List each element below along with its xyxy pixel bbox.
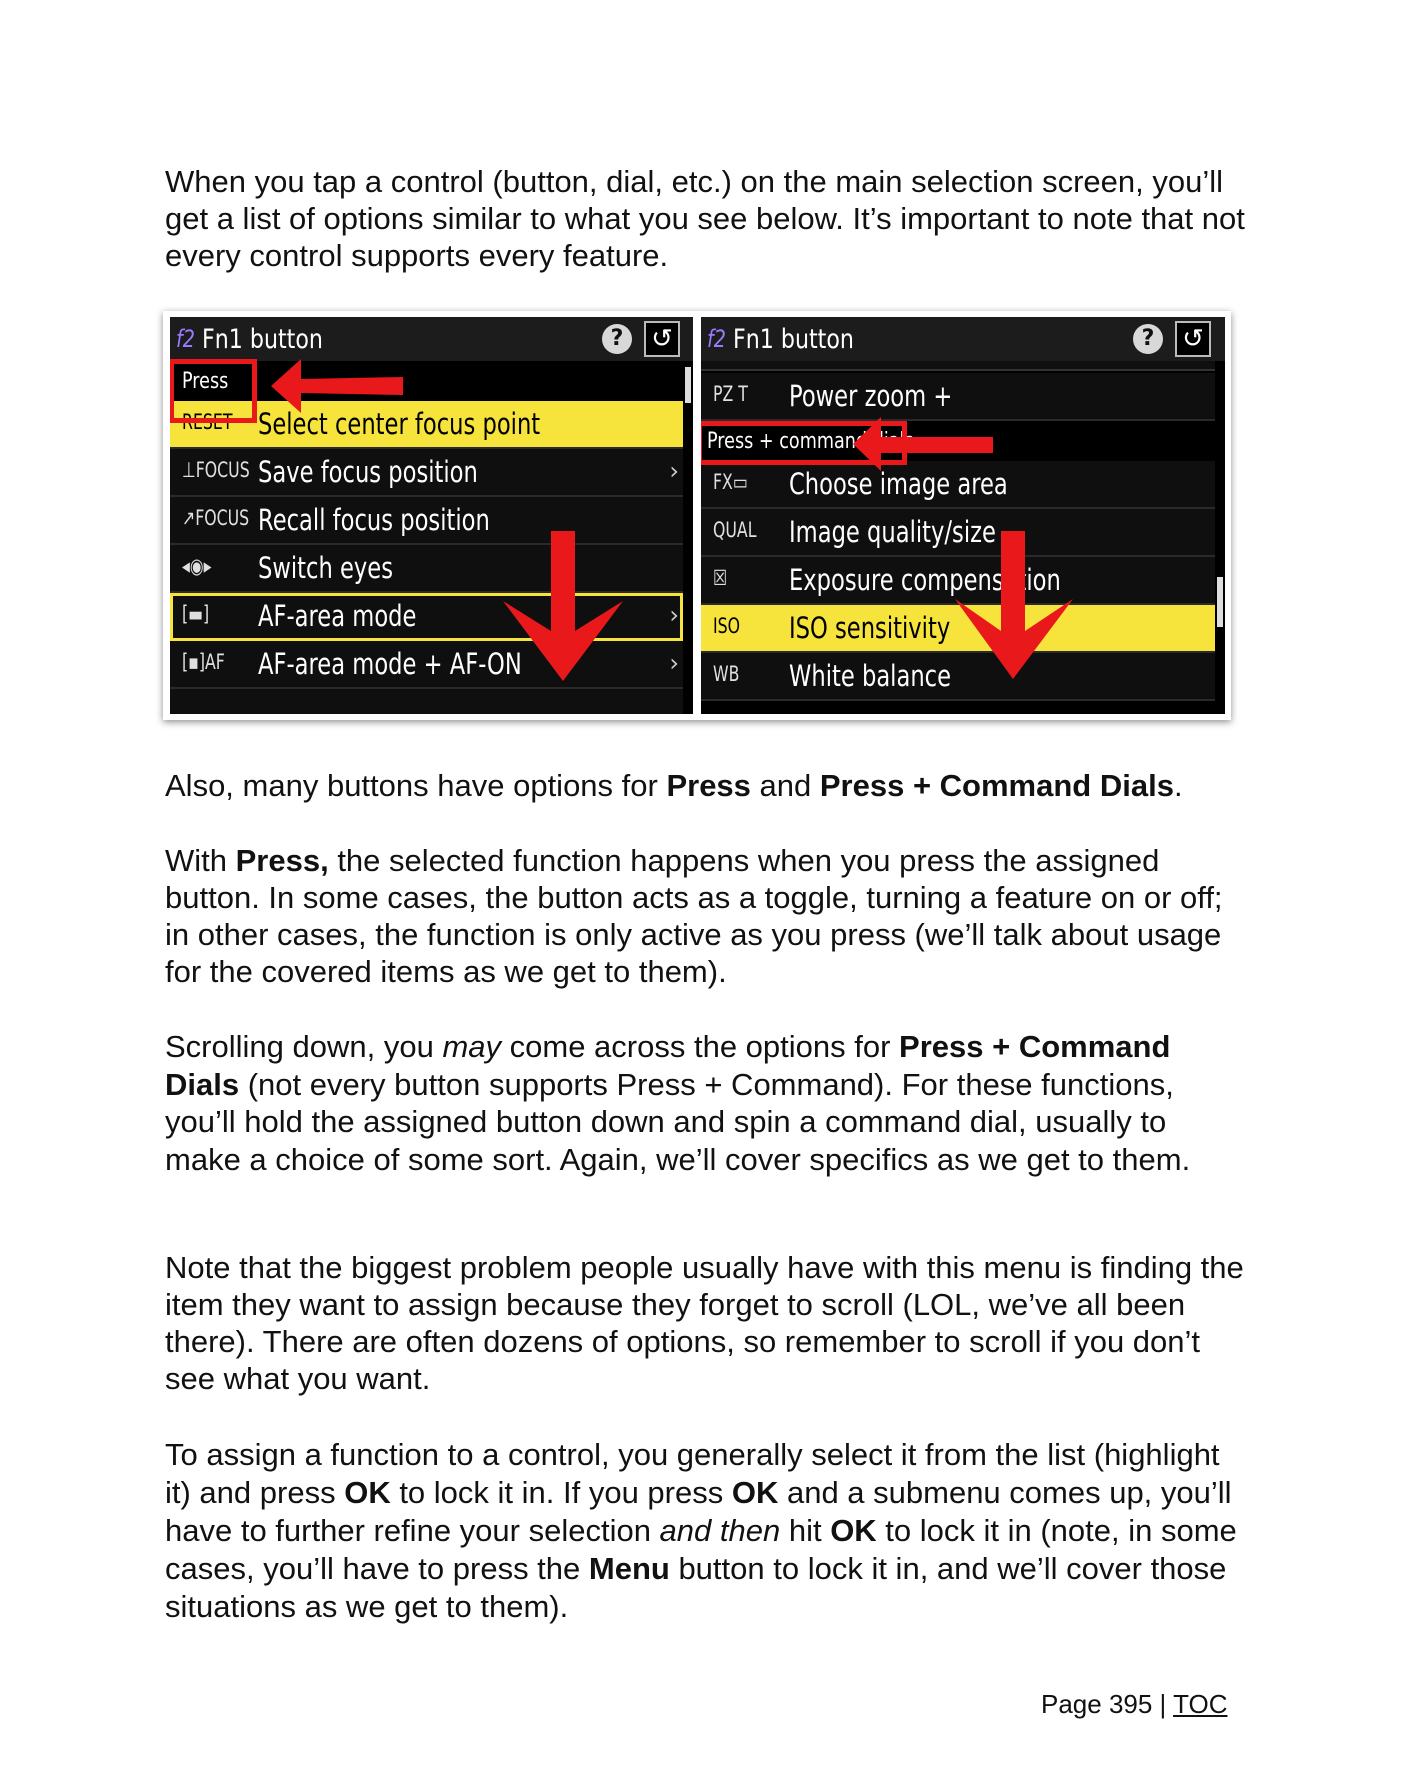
back-icon[interactable]: ↺ [1175,321,1211,357]
menu-item-label: Choose image area [789,467,1008,501]
press-callout-box [170,359,257,423]
bold-text: OK [344,1475,391,1510]
right-menu-screen: f2 Fn1 button ? ↺ PZ T Power zoom + Pres… [701,317,1225,714]
recall-focus-icon: ↗FOCUS [182,506,250,530]
scrollbar[interactable] [1217,577,1223,627]
quality-icon: QUAL [713,518,757,542]
menu-item-label: White balance [789,659,952,693]
bold-text: Press, [235,843,329,878]
text: come across the options for [501,1029,900,1064]
menu-item-label: Exposure compensation [789,563,1061,597]
image-area-icon: FX▭ [713,470,748,494]
italic-text: may [442,1029,502,1064]
text: . [1173,768,1183,803]
menu-item-label: Power zoom + [789,379,953,413]
paragraph-assign-function: To assign a function to a control, you g… [165,1436,1245,1626]
chevron-right-icon: › [669,457,679,485]
iso-icon: ISO [713,614,741,638]
menu-item-image-quality-size[interactable]: QUAL Image quality/size [701,509,1215,557]
text: Also, many buttons have options for [165,768,667,803]
menu-item-label: Save focus position [258,455,478,489]
left-menu-screen: f2 Fn1 button ? ↺ Press RESET Select cen… [170,317,693,714]
menu-item-label: AF-area mode + AF-ON [258,647,522,681]
chevron-right-icon: › [669,601,679,629]
menu-item-white-balance[interactable]: WB White balance [701,653,1215,701]
bold-text: OK [830,1513,877,1548]
bold-text: Menu [588,1551,670,1586]
back-icon[interactable]: ↺ [644,321,680,357]
menu-item-label: Switch eyes [258,551,393,585]
scrollbar[interactable] [685,367,691,403]
intro-paragraph: When you tap a control (button, dial, et… [165,164,1245,273]
bold-text: OK [731,1475,779,1510]
custom-setting-f2-label: f2 [176,325,195,353]
left-menu-title: Fn1 button [202,324,323,355]
text: and [750,768,820,803]
menu-item-af-area-mode[interactable]: [▬] AF-area mode › [170,593,683,641]
menu-item-switch-eyes[interactable]: ◂◉▸ Switch eyes [170,545,683,593]
paragraph-scrolling-note: Note that the biggest problem people usu… [165,1250,1244,1396]
switch-eyes-icon: ◂◉▸ [182,554,212,578]
text: hit [780,1513,831,1548]
text: (not every button supports Press + Comma… [165,1066,1191,1177]
toc-link[interactable]: TOC [1173,1689,1227,1719]
help-icon[interactable]: ? [1133,324,1163,354]
chevron-right-icon: › [669,649,679,677]
menu-item-label: Image quality/size [789,515,996,549]
text: to lock it in. If you press [390,1475,732,1510]
menu-item-iso-sensitivity[interactable]: ISO ISO sensitivity [701,605,1215,653]
menu-item-partial [701,361,1215,371]
right-menu-title: Fn1 button [733,324,854,355]
menu-item-exposure-compensation[interactable]: ☒ Exposure compensation [701,557,1215,605]
italic-text: and then [659,1513,781,1548]
menu-item-af-area-mode-af-on[interactable]: [▪]AF AF-area mode + AF-ON › [170,641,683,689]
camera-menu-screenshot: f2 Fn1 button ? ↺ Press RESET Select cen… [163,311,1231,720]
menu-item-label: Recall focus position [258,503,490,537]
menu-item-recall-focus-position[interactable]: ↗FOCUS Recall focus position [170,497,683,545]
right-title-bar: f2 Fn1 button ? ↺ [701,317,1225,361]
text: Scrolling down, you [165,1029,443,1064]
paragraph-press: With Press, the selected function happen… [165,842,1245,990]
power-zoom-icon: PZ T [713,382,748,406]
save-focus-icon: ⊥FOCUS [182,458,250,482]
menu-item-label: AF-area mode [258,599,417,633]
bold-text: Press + Command Dials [819,768,1174,803]
paragraph-press-options: Also, many buttons have options for Pres… [165,767,1245,804]
help-icon[interactable]: ? [602,324,632,354]
af-area-icon: [▬] [182,602,210,626]
menu-item-save-focus-position[interactable]: ⊥FOCUS Save focus position › [170,449,683,497]
paragraph-press-command-dials: Scrolling down, you may come across the … [165,1028,1245,1178]
custom-setting-f2-label: f2 [707,325,726,353]
menu-item-partial [170,689,683,714]
menu-item-choose-image-area[interactable]: FX▭ Choose image area [701,461,1215,509]
white-balance-icon: WB [713,662,740,686]
af-area-af-on-icon: [▪]AF [182,650,225,674]
left-title-bar: f2 Fn1 button ? ↺ [170,317,693,361]
page-footer: Page 395 | TOC [1041,1689,1227,1720]
menu-item-label: Select center focus point [258,407,541,441]
bold-text: Press [666,768,751,803]
press-command-dials-callout-box [701,421,907,465]
menu-item-power-zoom[interactable]: PZ T Power zoom + [701,373,1215,421]
page-number: Page 395 | [1041,1689,1174,1719]
text: With [165,843,236,878]
exposure-compensation-icon: ☒ [713,566,728,590]
menu-item-label: ISO sensitivity [789,611,951,645]
